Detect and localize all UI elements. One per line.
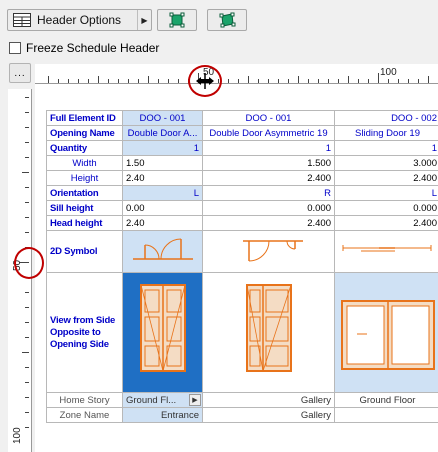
label-height: Height xyxy=(46,170,123,186)
row-view: View from Side Opposite to Opening Side xyxy=(46,272,438,393)
select-column-icon xyxy=(219,12,236,28)
ruler-label-100: 100 xyxy=(380,67,397,78)
select-column-button[interactable] xyxy=(207,9,247,31)
cell-view-2[interactable] xyxy=(202,272,335,393)
label-view-line2: Opposite to xyxy=(50,326,101,338)
cell-symbol-1[interactable] xyxy=(122,230,203,273)
story-dropdown-icon[interactable]: ▶ xyxy=(189,394,201,406)
row-symbol: 2D Symbol xyxy=(46,230,438,273)
label-zone-name: Zone Name xyxy=(46,407,123,423)
label-view-line1: View from Side xyxy=(50,314,116,326)
door-elevation-1 xyxy=(140,284,186,372)
cell-symbol-2[interactable] xyxy=(202,230,335,273)
cell-head-1[interactable]: 2.40 xyxy=(122,215,203,231)
highlight-circle-row-resize xyxy=(14,247,44,279)
freeze-header-checkbox[interactable] xyxy=(9,42,21,54)
select-cell-icon xyxy=(169,12,185,28)
cell-name-2[interactable]: Double Door Asymmetric 19 xyxy=(202,125,335,141)
select-cell-button[interactable] xyxy=(157,9,197,31)
cell-zone-3[interactable] xyxy=(334,407,438,423)
cell-qty-1[interactable]: 1 xyxy=(122,140,203,156)
cell-height-2[interactable]: 2.400 xyxy=(202,170,335,186)
label-width: Width xyxy=(46,155,123,171)
cell-height-1[interactable]: 2.40 xyxy=(122,170,203,186)
cell-orient-2[interactable]: R xyxy=(202,185,335,201)
row-quantity: Quantity 1 1 1 xyxy=(46,140,438,156)
freeze-header-label: Freeze Schedule Header xyxy=(26,41,160,55)
resize-cursor-icon xyxy=(196,73,214,89)
label-view-line3: Opening Side xyxy=(50,338,109,350)
cell-story-1-value: Ground Fl... xyxy=(126,394,177,406)
cell-zone-2[interactable]: Gallery xyxy=(202,407,335,423)
row-height: Height 2.40 2.400 2.400 xyxy=(46,170,438,186)
label-symbol: 2D Symbol xyxy=(46,230,123,273)
label-orientation: Orientation xyxy=(46,185,123,201)
cell-sill-2[interactable]: 0.000 xyxy=(202,200,335,216)
door-plan-symbol-1 xyxy=(133,238,193,260)
header-options-label: Header Options xyxy=(37,13,122,27)
cell-head-3[interactable]: 2.400 xyxy=(334,215,438,231)
cell-id-1[interactable]: DOO - 001 xyxy=(122,110,203,126)
header-options-icon xyxy=(13,13,31,27)
row-width: Width 1.50 1.500 3.000 xyxy=(46,155,438,171)
door-elevation-3 xyxy=(341,300,435,370)
cell-story-1[interactable]: Ground Fl... ▶ xyxy=(122,392,203,408)
schedule-sheet: Full Element ID DOO - 001 DOO - 001 DOO … xyxy=(35,84,438,452)
label-opening-name: Opening Name xyxy=(46,125,123,141)
cell-view-1[interactable] xyxy=(122,272,203,393)
horizontal-ruler[interactable]: 50 100 xyxy=(35,64,438,84)
row-sill: Sill height 0.00 0.000 0.000 xyxy=(46,200,438,216)
cell-width-1[interactable]: 1.50 xyxy=(122,155,203,171)
more-button[interactable]: ... xyxy=(9,63,31,83)
label-view: View from Side Opposite to Opening Side xyxy=(46,272,123,393)
row-head: Head height 2.40 2.400 2.400 xyxy=(46,215,438,231)
row-zone-name: Zone Name Entrance Gallery xyxy=(46,407,438,423)
cell-id-3[interactable]: DOO - 002 xyxy=(334,110,438,126)
cell-id-2[interactable]: DOO - 001 xyxy=(202,110,335,126)
cell-symbol-3[interactable] xyxy=(334,230,438,273)
vruler-label-100: 100 xyxy=(12,427,23,444)
cell-sill-3[interactable]: 0.000 xyxy=(334,200,438,216)
label-quantity: Quantity xyxy=(46,140,123,156)
cell-story-3[interactable]: Ground Floor xyxy=(334,392,438,408)
toolbar: Header Options ▶ xyxy=(0,0,438,38)
label-home-story: Home Story xyxy=(46,392,123,408)
door-elevation-2 xyxy=(246,284,292,372)
label-head: Head height xyxy=(46,215,123,231)
cell-head-2[interactable]: 2.400 xyxy=(202,215,335,231)
label-sill: Sill height xyxy=(46,200,123,216)
cell-orient-1[interactable]: L xyxy=(122,185,203,201)
row-orientation: Orientation L R L xyxy=(46,185,438,201)
cell-width-2[interactable]: 1.500 xyxy=(202,155,335,171)
row-full-id: Full Element ID DOO - 001 DOO - 001 DOO … xyxy=(46,110,438,126)
schedule-table: Full Element ID DOO - 001 DOO - 001 DOO … xyxy=(46,110,438,423)
cell-story-2[interactable]: Gallery xyxy=(202,392,335,408)
cell-zone-1[interactable]: Entrance xyxy=(122,407,203,423)
cell-sill-1[interactable]: 0.00 xyxy=(122,200,203,216)
cell-qty-3[interactable]: 1 xyxy=(334,140,438,156)
cell-height-3[interactable]: 2.400 xyxy=(334,170,438,186)
dropdown-arrow-icon[interactable]: ▶ xyxy=(137,10,151,30)
cell-view-3[interactable] xyxy=(334,272,438,393)
row-home-story: Home Story Ground Fl... ▶ Gallery Ground… xyxy=(46,392,438,408)
door-plan-symbol-2 xyxy=(243,240,303,262)
cell-name-1[interactable]: Double Door A... xyxy=(122,125,203,141)
cell-name-3[interactable]: Sliding Door 19 xyxy=(334,125,438,141)
cell-qty-2[interactable]: 1 xyxy=(202,140,335,156)
row-opening-name: Opening Name Double Door A... Double Doo… xyxy=(46,125,438,141)
cell-orient-3[interactable]: L xyxy=(334,185,438,201)
freeze-header-option[interactable]: Freeze Schedule Header xyxy=(9,41,159,55)
door-plan-symbol-3 xyxy=(342,245,432,252)
cell-width-3[interactable]: 3.000 xyxy=(334,155,438,171)
label-full-id: Full Element ID xyxy=(46,110,123,126)
header-options-button[interactable]: Header Options ▶ xyxy=(7,9,152,31)
